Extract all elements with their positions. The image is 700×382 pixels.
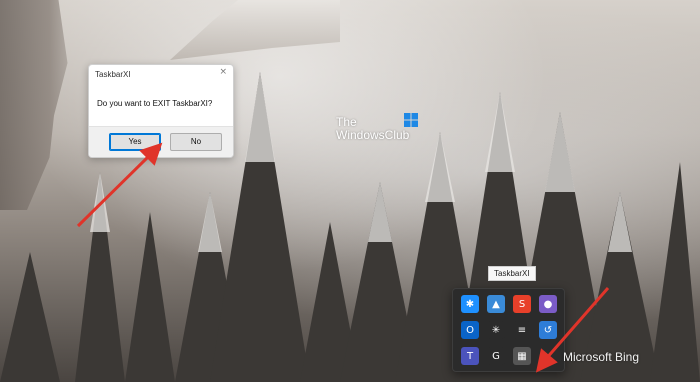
watermark-line2: WindowsClub xyxy=(336,128,410,142)
grammarly-icon[interactable]: G xyxy=(487,347,505,365)
outlook-icon[interactable]: O xyxy=(461,321,479,339)
yes-button[interactable]: Yes xyxy=(109,133,161,151)
dialog-message: Do you want to EXIT TaskbarXI? xyxy=(97,99,213,108)
teams-chat-icon[interactable]: ● xyxy=(539,295,557,313)
network-sync-icon[interactable]: ↺ xyxy=(539,321,557,339)
windows-logo-icon xyxy=(404,113,418,127)
teams-icon[interactable]: T xyxy=(461,347,479,365)
no-button[interactable]: No xyxy=(170,133,222,151)
taskbarxi-icon[interactable]: ▦ xyxy=(513,347,531,365)
snowy-mountain xyxy=(170,0,340,60)
dialog-footer: Yes No xyxy=(89,126,233,157)
microsoft-bing-label: Microsoft Bing xyxy=(563,350,640,364)
exit-dialog: TaskbarXI × Do you want to EXIT TaskbarX… xyxy=(88,64,234,158)
tray-tooltip: TaskbarXI xyxy=(488,266,536,281)
desktop-background: TaskbarXI × Do you want to EXIT TaskbarX… xyxy=(0,0,700,382)
close-icon[interactable]: × xyxy=(219,67,227,77)
notes-icon[interactable]: ≡ xyxy=(513,321,531,339)
windowsclub-watermark: The WindowsClub xyxy=(336,116,409,142)
dialog-title: TaskbarXI xyxy=(95,70,131,79)
slack-icon[interactable]: ✳ xyxy=(487,321,505,339)
bluetooth-icon[interactable]: ✱ xyxy=(461,295,479,313)
system-tray-flyout: ✱ ▲ S ● O ✳ ≡ ↺ T G ▦ xyxy=(452,288,565,372)
shotcut-s-icon[interactable]: S xyxy=(513,295,531,313)
azure-warning-icon[interactable]: ▲ xyxy=(487,295,505,313)
